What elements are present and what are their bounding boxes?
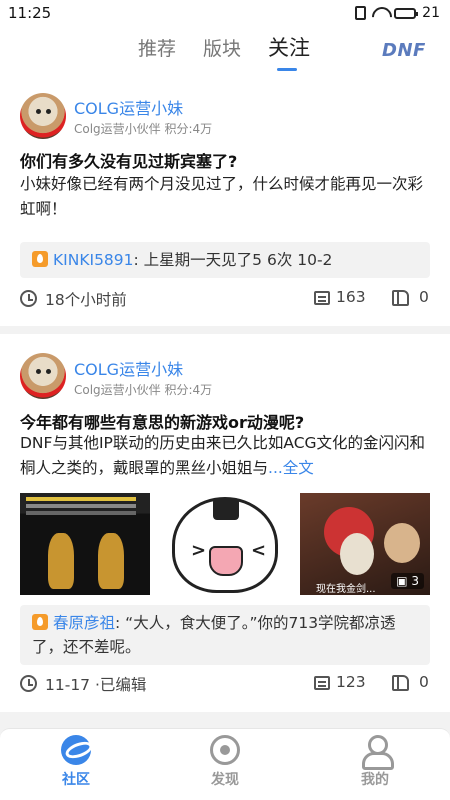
status-icons: 21 — [355, 5, 440, 21]
tab-sections[interactable]: 版块 — [203, 34, 241, 61]
comment-count[interactable]: 123 — [336, 673, 366, 691]
hot-comment[interactable]: KINKI5891: 上星期一天见了5 6次 10-2 — [20, 242, 430, 278]
nav-community-label: 社区 — [62, 772, 90, 788]
tab-recommend[interactable]: 推荐 — [138, 34, 176, 61]
fire-icon — [32, 251, 48, 267]
author-meta: Colg运营小伙伴 积分:4万 — [74, 122, 213, 136]
like-count[interactable]: 0 — [419, 673, 429, 691]
discover-icon — [210, 735, 240, 765]
post-footer: 18个小时前 163 0 — [20, 288, 430, 310]
tab-following[interactable]: 关注 — [268, 32, 310, 62]
fire-icon — [32, 614, 48, 630]
commenter-name[interactable]: KINKI5891 — [53, 251, 134, 269]
post-time: 11-17 ·已编辑 — [45, 676, 147, 694]
comment-count[interactable]: 163 — [336, 288, 366, 306]
profile-icon — [360, 735, 394, 770]
post-image-game-screenshot[interactable] — [20, 493, 150, 595]
nav-mine-label: 我的 — [361, 772, 389, 788]
avatar[interactable] — [20, 93, 66, 139]
post-title[interactable]: 今年都有哪些有意思的新游戏or动漫呢? — [20, 409, 435, 433]
nav-mine[interactable]: 我的 — [335, 729, 415, 800]
nav-discover[interactable]: 发现 — [185, 729, 265, 800]
clock-icon — [20, 290, 37, 307]
like-count[interactable]: 0 — [419, 288, 429, 306]
like-icon[interactable] — [392, 675, 409, 691]
image-count-badge: ▣ 3 — [391, 573, 424, 589]
post-time: 18个小时前 — [45, 291, 127, 309]
read-more-link[interactable]: ...全文 — [268, 459, 314, 477]
like-icon[interactable] — [392, 290, 409, 306]
battery-level: 21 — [422, 5, 440, 21]
battery-icon — [394, 7, 419, 19]
author-name[interactable]: COLG运营小妹 — [74, 95, 183, 119]
post-title[interactable]: 你们有多久没有见过斯宾塞了? — [20, 148, 435, 172]
clock-icon — [20, 675, 37, 692]
active-tab-indicator — [277, 68, 297, 71]
dnf-logo[interactable]: DNF — [382, 40, 426, 61]
community-planet-icon — [61, 735, 91, 765]
image-caption: 现在我金剑... — [316, 584, 376, 595]
author-meta: Colg运营小伙伴 积分:4万 — [74, 383, 213, 397]
post-card[interactable]: COLG运营小妹 Colg运营小伙伴 积分:4万 你们有多久没有见过斯宾塞了? … — [0, 74, 450, 326]
bottom-nav: 社区 发现 我的 — [0, 728, 450, 800]
avatar[interactable] — [20, 353, 66, 399]
comment-icon[interactable] — [314, 291, 330, 305]
post-image-tv-drama[interactable]: ▣ 3 现在我金剑... — [300, 493, 430, 595]
author-name[interactable]: COLG运营小妹 — [74, 356, 183, 380]
post-footer: 11-17 ·已编辑 123 0 — [20, 673, 430, 695]
vibrate-icon — [355, 6, 367, 20]
post-body[interactable]: 小妹好像已经有两个月没见过了，什么时候才能再见一次彩虹啊！ — [20, 172, 435, 222]
status-time: 11:25 — [8, 4, 52, 22]
status-bar: 11:25 21 — [0, 0, 450, 26]
post-body[interactable]: DNF与其他IP联动的历史由来已久比如ACG文化的金闪闪和桐人之类的，戴眼罩的黑… — [20, 431, 435, 481]
post-image-onigiri-sticker[interactable]: > < — [160, 493, 290, 595]
commenter-name[interactable]: 春原彦祖 — [53, 614, 115, 632]
nav-discover-label: 发现 — [211, 772, 239, 788]
top-nav: 推荐 版块 关注 DNF — [0, 26, 450, 74]
comment-text: : 上星期一天见了5 6次 10-2 — [133, 251, 333, 269]
wifi-icon — [372, 7, 388, 19]
post-body-text: DNF与其他IP联动的历史由来已久比如ACG文化的金闪闪和桐人之类的，戴眼罩的黑… — [20, 434, 426, 477]
nav-community[interactable]: 社区 — [36, 729, 116, 800]
hot-comment[interactable]: 春原彦祖: “大人，食大便了。”你的713学院都凉透了，还不差呢。 — [20, 605, 430, 665]
comment-icon[interactable] — [314, 676, 330, 690]
